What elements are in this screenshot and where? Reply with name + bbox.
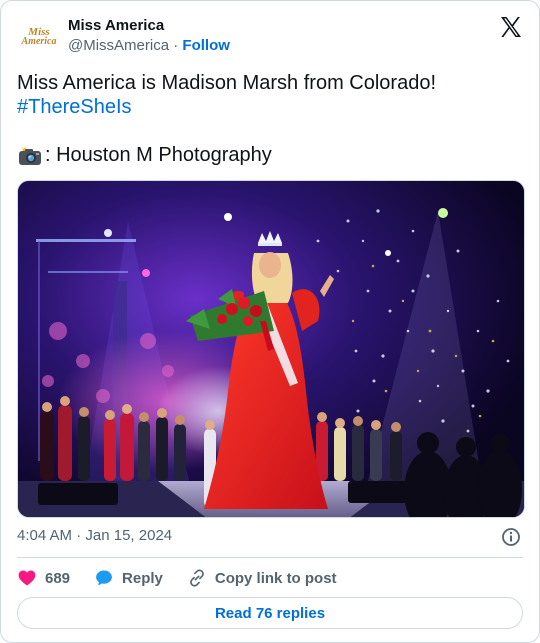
post-text: Miss America is Madison Marsh from Color…: [17, 71, 523, 119]
divider: [17, 557, 523, 558]
photo-credit-text: : Houston M Photography: [45, 144, 272, 166]
read-replies-button[interactable]: Read 76 replies: [17, 597, 523, 629]
like-count: 689: [45, 569, 71, 587]
info-icon[interactable]: [501, 527, 521, 547]
camera-flash-icon: [19, 146, 41, 165]
like-button[interactable]: 689: [17, 568, 70, 588]
author-handle-row: @MissAmerica · Follow: [68, 37, 230, 54]
speech-bubble-icon: [96, 570, 112, 586]
post-timestamp[interactable]: 4:04 AM · Jan 15, 2024: [17, 527, 172, 544]
author-avatar-logo[interactable]: Miss America: [17, 21, 61, 53]
timestamp-separator: ·: [76, 527, 82, 544]
post-date: Jan 15, 2024: [85, 527, 173, 544]
read-replies-label: Read 76 replies: [214, 604, 326, 622]
post-time: 4:04 AM: [17, 527, 73, 544]
link-icon: [189, 569, 204, 587]
hashtag-link[interactable]: #ThereSheIs: [17, 95, 523, 119]
crowning-photo: [18, 181, 524, 517]
heart-icon: [18, 570, 36, 586]
reply-label: Reply: [122, 569, 163, 587]
author-handle[interactable]: @MissAmerica: [68, 37, 169, 54]
post-photo[interactable]: [17, 180, 525, 518]
post-header: Miss America Miss America @MissAmerica ·…: [17, 15, 523, 59]
post-text-line: Miss America is Madison Marsh from Color…: [17, 72, 437, 94]
follow-link[interactable]: Follow: [182, 37, 230, 54]
embedded-post-card: Miss America Miss America @MissAmerica ·…: [0, 0, 540, 643]
handle-separator: ·: [173, 37, 179, 54]
copy-link-label: Copy link to post: [214, 569, 337, 587]
x-logo-icon[interactable]: [499, 15, 523, 39]
reply-button[interactable]: Reply: [94, 568, 163, 588]
copy-link-button[interactable]: Copy link to post: [187, 568, 337, 588]
author-name[interactable]: Miss America: [68, 17, 164, 34]
post-actions: 689 Reply Copy link to post: [17, 565, 361, 591]
photo-credit: : Houston M Photography: [17, 143, 272, 167]
